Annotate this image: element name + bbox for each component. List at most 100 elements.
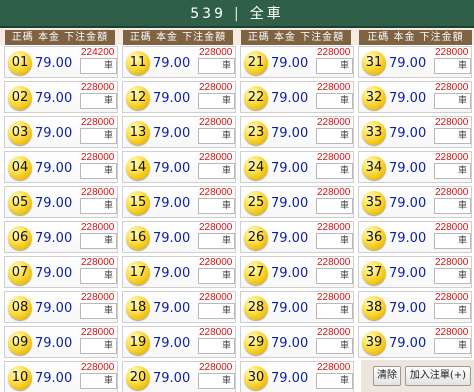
number-cell: 22 79.00 228000 車 [240, 81, 354, 113]
number-cell: 14 79.00 228000 車 [122, 151, 236, 183]
title-mode: 全車 [249, 6, 284, 22]
clear-button[interactable]: 清除 [373, 366, 401, 386]
title-bar: 539 | 全車 [0, 0, 474, 28]
number-ball: 01 [8, 51, 32, 75]
bet-amount-input[interactable]: 車 [434, 268, 471, 284]
bet-limit: 228000 [435, 152, 469, 163]
bet-limit: 228000 [199, 47, 233, 58]
number-cell: 38 79.00 228000 車 [358, 291, 472, 323]
bet-amount-input[interactable]: 車 [434, 198, 471, 214]
odds-value: 79.00 [389, 196, 427, 211]
bet-limit: 228000 [435, 187, 469, 198]
odds-value: 79.00 [153, 196, 191, 211]
bet-amount-input[interactable]: 車 [316, 93, 353, 109]
odds-value: 79.00 [389, 91, 427, 106]
number-ball: 19 [126, 331, 150, 355]
bet-limit: 228000 [81, 362, 115, 373]
odds-value: 79.00 [389, 266, 427, 281]
bet-amount-input[interactable]: 車 [198, 373, 235, 389]
bet-limit: 228000 [199, 327, 233, 338]
bet-amount-input[interactable]: 車 [316, 303, 353, 319]
bet-amount-input[interactable]: 車 [434, 93, 471, 109]
number-cell: 29 79.00 228000 車 [240, 326, 354, 358]
bet-amount-input[interactable]: 車 [80, 268, 117, 284]
odds-value: 79.00 [153, 266, 191, 281]
bet-amount-input[interactable]: 車 [198, 268, 235, 284]
bet-amount-input[interactable]: 車 [198, 58, 235, 74]
number-ball: 39 [362, 331, 386, 355]
bet-amount-input[interactable]: 車 [80, 373, 117, 389]
number-cell: 33 79.00 228000 車 [358, 116, 472, 148]
bet-amount-input[interactable]: 車 [434, 128, 471, 144]
bet-amount-input[interactable]: 車 [80, 198, 117, 214]
number-cell: 13 79.00 228000 車 [122, 116, 236, 148]
number-cell: 12 79.00 228000 車 [122, 81, 236, 113]
bet-limit: 228000 [199, 152, 233, 163]
bet-amount-input[interactable]: 車 [198, 303, 235, 319]
odds-value: 79.00 [271, 126, 309, 141]
odds-value: 79.00 [153, 371, 191, 386]
bet-amount-input[interactable]: 車 [80, 93, 117, 109]
odds-value: 79.00 [35, 56, 73, 71]
number-cell: 31 79.00 228000 車 [358, 46, 472, 78]
bet-amount-input[interactable]: 車 [316, 128, 353, 144]
bet-limit: 228000 [317, 362, 351, 373]
number-ball: 32 [362, 86, 386, 110]
bet-amount-input[interactable]: 車 [434, 233, 471, 249]
odds-value: 79.00 [153, 301, 191, 316]
odds-value: 79.00 [153, 126, 191, 141]
number-ball: 23 [244, 121, 268, 145]
bet-limit: 228000 [435, 82, 469, 93]
bet-amount-input[interactable]: 車 [434, 58, 471, 74]
bet-amount-input[interactable]: 車 [198, 198, 235, 214]
bet-limit: 228000 [317, 187, 351, 198]
odds-value: 79.00 [389, 161, 427, 176]
odds-value: 79.00 [271, 91, 309, 106]
number-ball: 04 [8, 156, 32, 180]
number-cell: 08 79.00 228000 車 [4, 291, 118, 323]
bet-amount-input[interactable]: 車 [80, 303, 117, 319]
odds-value: 79.00 [35, 126, 73, 141]
bet-amount-input[interactable]: 車 [316, 58, 353, 74]
bet-amount-input[interactable]: 車 [198, 163, 235, 179]
bet-amount-input[interactable]: 車 [316, 233, 353, 249]
number-ball: 31 [362, 51, 386, 75]
number-ball: 36 [362, 226, 386, 250]
odds-value: 79.00 [271, 266, 309, 281]
number-cell: 15 79.00 228000 車 [122, 186, 236, 218]
bet-amount-input[interactable]: 車 [80, 58, 117, 74]
bet-amount-input[interactable]: 車 [434, 303, 471, 319]
number-ball: 17 [126, 261, 150, 285]
bet-amount-input[interactable]: 車 [434, 338, 471, 354]
number-ball: 28 [244, 296, 268, 320]
title-game: 539 [190, 6, 226, 22]
number-ball: 03 [8, 121, 32, 145]
bet-amount-input[interactable]: 車 [316, 163, 353, 179]
bet-amount-input[interactable]: 車 [316, 338, 353, 354]
bet-amount-input[interactable]: 車 [198, 233, 235, 249]
bet-amount-input[interactable]: 車 [80, 338, 117, 354]
bet-limit: 228000 [199, 82, 233, 93]
add-to-slip-button[interactable]: 加入注單(+) [405, 366, 471, 386]
bet-limit: 228000 [81, 292, 115, 303]
bet-amount-input[interactable]: 車 [316, 198, 353, 214]
number-cell: 19 79.00 228000 車 [122, 326, 236, 358]
bet-limit: 228000 [199, 362, 233, 373]
bet-limit: 228000 [81, 257, 115, 268]
bet-amount-input[interactable]: 車 [316, 373, 353, 389]
bet-amount-input[interactable]: 車 [80, 163, 117, 179]
bet-amount-input[interactable]: 車 [198, 93, 235, 109]
bet-amount-input[interactable]: 車 [80, 233, 117, 249]
number-cell: 09 79.00 228000 車 [4, 326, 118, 358]
odds-value: 79.00 [153, 161, 191, 176]
number-cell: 18 79.00 228000 車 [122, 291, 236, 323]
bet-limit: 228000 [435, 257, 469, 268]
bet-amount-input[interactable]: 車 [198, 338, 235, 354]
number-cell: 30 79.00 228000 車 [240, 361, 354, 392]
number-ball: 25 [244, 191, 268, 215]
bet-amount-input[interactable]: 車 [198, 128, 235, 144]
odds-value: 79.00 [35, 371, 73, 386]
bet-amount-input[interactable]: 車 [434, 163, 471, 179]
bet-amount-input[interactable]: 車 [316, 268, 353, 284]
bet-amount-input[interactable]: 車 [80, 128, 117, 144]
